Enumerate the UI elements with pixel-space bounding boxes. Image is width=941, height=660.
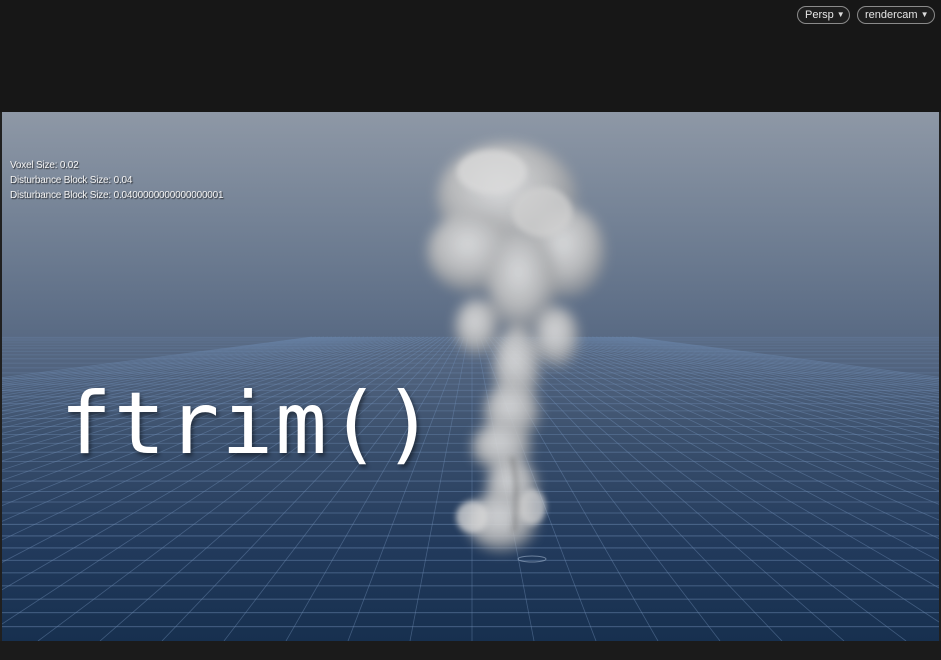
scene-stats: Voxel Size: 0.02 Disturbance Block Size:… <box>10 158 224 203</box>
stat-disturbance-block-size: Disturbance Block Size: 0.04 <box>10 175 133 186</box>
overlay-title: ftrim() <box>60 374 437 474</box>
stat-disturbance-block-size-precise: Disturbance Block Size: 0.04000000000000… <box>10 190 224 201</box>
camera-dropdown[interactable]: rendercam ▼ <box>857 6 935 24</box>
3d-viewport[interactable]: Voxel Size: 0.02 Disturbance Block Size:… <box>2 112 939 641</box>
caret-down-icon: ▼ <box>920 10 929 19</box>
caret-down-icon: ▼ <box>836 10 845 19</box>
viewport-toolbar: Persp ▼ rendercam ▼ <box>0 0 941 112</box>
camera-label: rendercam <box>865 9 918 21</box>
view-mode-dropdown[interactable]: Persp ▼ <box>797 6 850 24</box>
view-mode-label: Persp <box>805 9 834 21</box>
status-bar <box>0 641 941 660</box>
stat-voxel-size: Voxel Size: 0.02 <box>10 160 79 171</box>
